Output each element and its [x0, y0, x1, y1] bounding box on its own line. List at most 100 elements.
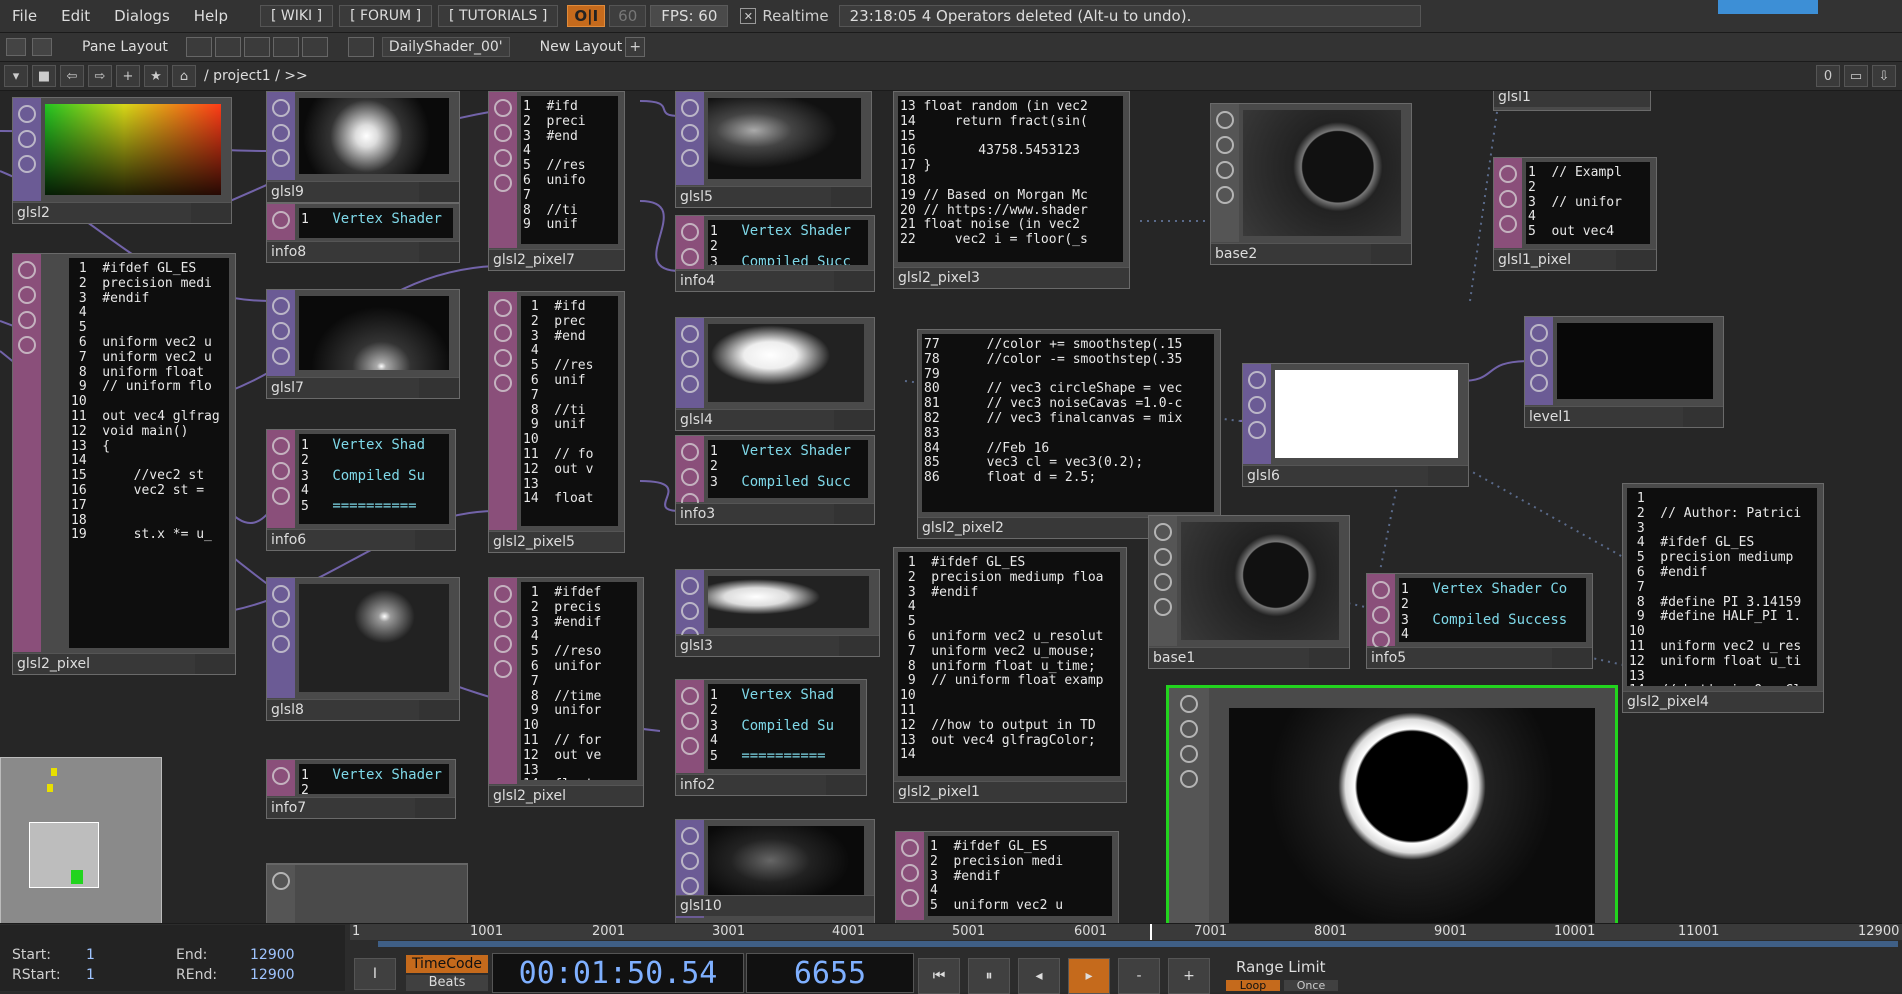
menu-file[interactable]: File	[0, 7, 49, 25]
frame-display[interactable]: 6655	[746, 953, 914, 993]
code-view[interactable]: 1 #ifd 2 prec 3 #end 4 5 //res 6 unif 7 …	[521, 296, 618, 526]
breadcrumb[interactable]: / project1 / >>	[204, 68, 308, 84]
new-layout-button[interactable]: New Layout	[540, 39, 623, 55]
layout-quad-button[interactable]	[272, 37, 299, 57]
timeline-ruler[interactable]: 1 1001 2001 3001 4001 5001 6001 7001 800…	[350, 924, 1902, 940]
chevron-down-icon[interactable]: ▾	[4, 65, 28, 87]
rewind-icon[interactable]: ⏮	[918, 958, 960, 994]
node-base2[interactable]: base2	[1210, 103, 1412, 265]
back-icon[interactable]: ⇦	[60, 65, 84, 87]
star-icon[interactable]: ★	[144, 65, 168, 87]
layout-grid-button[interactable]	[301, 37, 328, 57]
node-info3[interactable]: 1 Vertex Shader 2 3 Compiled Succ info3	[675, 435, 875, 525]
code-view[interactable]: 1 #ifd 2 preci 3 #end 4 5 //res 6 unifo …	[521, 96, 618, 244]
node-preview	[299, 296, 449, 370]
start-value[interactable]: 1	[86, 947, 95, 963]
menu-dialogs[interactable]: Dialogs	[102, 7, 182, 25]
minimap-viewport[interactable]	[29, 822, 99, 888]
timecode-toggle[interactable]: TimeCode	[406, 955, 488, 973]
node-output-selected[interactable]	[1166, 685, 1618, 923]
node-glsl4[interactable]: glsl4	[675, 317, 875, 431]
code-view[interactable]: 1 #ifdef GL_ES 2 precision medi 3 #endif…	[69, 258, 229, 648]
zoom-reset-button[interactable]: 0	[1816, 65, 1840, 87]
node-label: glsl10	[680, 898, 722, 914]
layout-split-h-button[interactable]	[214, 37, 241, 57]
add-icon[interactable]: +	[116, 65, 140, 87]
playhead[interactable]	[1150, 924, 1152, 940]
node-glsl10[interactable]: glsl10	[675, 819, 875, 923]
shader-tab-icon[interactable]	[347, 37, 374, 57]
network-editor[interactable]: glsl2 glsl9 1 Vertex Shader info8 1 #ifd…	[0, 91, 1902, 923]
timeline-i-button[interactable]: I	[354, 958, 396, 990]
pin-icon[interactable]: ⇩	[1872, 65, 1896, 87]
node-glsl2-pixel1[interactable]: 1 #ifdef GL_ES 2 precision mediump floa …	[893, 547, 1127, 803]
network-minimap[interactable]	[0, 757, 162, 923]
code-view[interactable]: 1 #ifdef GL_ES 2 precision medi 3 #endif…	[928, 836, 1112, 916]
node-base1[interactable]: base1	[1148, 515, 1350, 669]
code-view[interactable]: 1 #ifdef GL_ES 2 precision mediump floa …	[898, 552, 1120, 776]
node-glsl9[interactable]: glsl9	[266, 91, 460, 203]
node-level1[interactable]: level1	[1524, 316, 1724, 428]
node-glsl2-pixel6[interactable]: 1 #ifdef 2 precis 3 #endif 4 5 //reso 6 …	[488, 577, 644, 807]
timecode-display[interactable]: 00:01:50.54	[492, 953, 744, 993]
step-minus-button[interactable]: -	[1118, 958, 1160, 994]
node-glsl2-pixel4[interactable]: 1 2 // Author: Patrici 3 4 #ifdef GL_ES …	[1622, 483, 1824, 713]
play-icon[interactable]: ▸	[1068, 958, 1110, 994]
pause-icon[interactable]: ⏸	[968, 958, 1010, 994]
stop-icon[interactable]: ■	[32, 65, 56, 87]
node-glsl2-pixel[interactable]: 1 #ifdef GL_ES 2 precision medi 3 #endif…	[12, 253, 236, 675]
node-info5[interactable]: 1 Vertex Shader Co 2 3 Compiled Success …	[1366, 573, 1593, 669]
node-glsl2-pixel7[interactable]: 1 #ifd 2 preci 3 #end 4 5 //res 6 unifo …	[488, 91, 625, 271]
node-glsl2[interactable]: glsl2	[12, 97, 232, 224]
node-glsl6[interactable]: glsl6	[1242, 363, 1469, 487]
maximize-icon[interactable]: ▭	[1844, 65, 1868, 87]
menu-help[interactable]: Help	[182, 7, 240, 25]
code-view[interactable]: 1 // Exampl 2 3 // unifor 4 5 out vec4	[1526, 162, 1650, 244]
end-value[interactable]: 12900	[250, 947, 295, 963]
node-glsl2-pixel3[interactable]: 13 float random (in vec2 14 return fract…	[893, 91, 1130, 289]
step-plus-button[interactable]: +	[1168, 958, 1210, 994]
node-info2[interactable]: 1 Vertex Shad 2 3 Compiled Su 4 5 ======…	[675, 679, 867, 796]
node-label: glsl7	[271, 380, 304, 396]
rend-value[interactable]: 12900	[250, 967, 295, 983]
node-glsl2-pixel-partial[interactable]: 1 #ifdef GL_ES 2 precision medi 3 #endif…	[895, 831, 1119, 923]
step-back-icon[interactable]: ◂	[1018, 958, 1060, 994]
node-glsl1-pixel[interactable]: 1 // Exampl 2 3 // unifor 4 5 out vec4 g…	[1493, 157, 1657, 271]
shader-tab[interactable]: DailyShader_00'	[381, 37, 510, 57]
node-glsl3[interactable]: glsl3	[675, 569, 880, 657]
node-glsl2-pixel5[interactable]: 1 #ifd 2 prec 3 #end 4 5 //res 6 unif 7 …	[488, 291, 625, 553]
layout-single-button[interactable]	[185, 37, 212, 57]
loop-toggle[interactable]: Loop	[1226, 980, 1280, 991]
play-toggle-button[interactable]: O|I	[567, 5, 606, 27]
code-view[interactable]: 1 2 // Author: Patrici 3 4 #ifdef GL_ES …	[1627, 488, 1817, 686]
rstart-value[interactable]: 1	[86, 967, 95, 983]
pane-icon-1[interactable]	[6, 38, 26, 56]
code-view[interactable]: 1 #ifdef 2 precis 3 #endif 4 5 //reso 6 …	[521, 582, 637, 780]
pane-icon-2[interactable]	[32, 38, 52, 56]
node-info8[interactable]: 1 Vertex Shader info8	[266, 203, 460, 263]
tutorials-button[interactable]: [ TUTORIALS ]	[438, 5, 559, 27]
node-partial-bottom[interactable]	[266, 863, 468, 923]
forum-button[interactable]: [ FORUM ]	[339, 5, 433, 27]
timeline-scrollbar[interactable]	[378, 941, 1898, 947]
add-layout-button[interactable]: +	[625, 37, 646, 57]
layout-split-v-button[interactable]	[243, 37, 270, 57]
beats-toggle[interactable]: Beats	[406, 975, 488, 991]
node-glsl5[interactable]: glsl5	[675, 91, 872, 208]
once-toggle[interactable]: Once	[1284, 980, 1338, 991]
home-icon[interactable]: ⌂	[172, 65, 196, 87]
code-view[interactable]: 77 //color += smoothstep(.15 78 //color …	[922, 334, 1214, 512]
node-info7[interactable]: 1 Vertex Shader 2 info7	[266, 759, 456, 819]
node-glsl1[interactable]: glsl1	[1493, 91, 1651, 111]
node-glsl8[interactable]: glsl8	[266, 577, 460, 721]
fps-target-field[interactable]: 60	[609, 5, 647, 27]
node-info4[interactable]: 1 Vertex Shader 2 3 Compiled Succ info4	[675, 215, 875, 292]
node-info6[interactable]: 1 Vertex Shad 2 3 Compiled Su 4 5 ======…	[266, 429, 456, 551]
realtime-checkbox[interactable]: ✕	[740, 8, 757, 24]
node-glsl2-pixel2[interactable]: 77 //color += smoothstep(.15 78 //color …	[917, 329, 1221, 539]
forward-icon[interactable]: ⇨	[88, 65, 112, 87]
wiki-button[interactable]: [ WIKI ]	[259, 5, 334, 27]
node-glsl7[interactable]: glsl7	[266, 289, 460, 399]
code-view[interactable]: 13 float random (in vec2 14 return fract…	[898, 96, 1123, 262]
menu-edit[interactable]: Edit	[49, 7, 102, 25]
